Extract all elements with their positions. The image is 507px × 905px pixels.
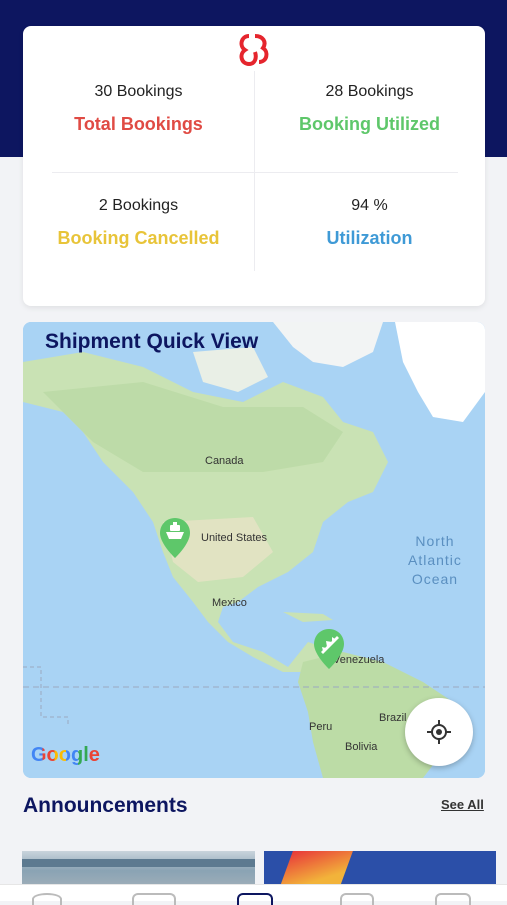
stat-booking-utilized[interactable]: 28 Bookings Booking Utilized bbox=[254, 83, 485, 135]
booking-stats-card: 30 Bookings Total Bookings 28 Bookings B… bbox=[23, 26, 485, 306]
stat-label: Utilization bbox=[326, 228, 413, 248]
map-label-canada: Canada bbox=[205, 455, 244, 467]
stat-utilization[interactable]: 94 % Utilization bbox=[254, 197, 485, 249]
brand-logo bbox=[239, 34, 269, 67]
document-icon[interactable] bbox=[340, 893, 374, 905]
dashboard-icon[interactable] bbox=[237, 893, 273, 905]
plane-marker[interactable] bbox=[312, 627, 346, 671]
map-label-mexico: Mexico bbox=[212, 597, 247, 609]
ocean-line: Ocean bbox=[411, 571, 459, 587]
stat-label: Total Bookings bbox=[74, 114, 203, 134]
map-label-peru: Peru bbox=[309, 721, 333, 733]
map-label-bolivia: Bolivia bbox=[345, 741, 378, 753]
stats-horizontal-divider bbox=[52, 172, 458, 173]
stat-count: 94 % bbox=[351, 197, 388, 214]
see-all-link[interactable]: See All bbox=[441, 797, 484, 812]
ocean-line: North bbox=[415, 533, 455, 549]
my-location-button[interactable] bbox=[405, 698, 473, 766]
map-label-ocean: North Atlantic Ocean bbox=[408, 532, 462, 589]
map-label-united-states: United States bbox=[201, 532, 268, 544]
google-attribution: Google bbox=[31, 744, 100, 767]
google-logo-text: Google bbox=[31, 744, 100, 766]
bottom-navigation bbox=[0, 884, 507, 905]
stat-total-bookings[interactable]: 30 Bookings Total Bookings bbox=[23, 83, 254, 135]
shipment-map[interactable]: Shipment Quick View Canada United States… bbox=[23, 322, 485, 778]
stat-label: Booking Cancelled bbox=[57, 228, 220, 248]
menu-icon[interactable] bbox=[435, 893, 471, 905]
stat-count: 2 Bookings bbox=[98, 197, 179, 214]
map-title: Shipment Quick View bbox=[45, 330, 259, 353]
home-icon[interactable] bbox=[32, 893, 62, 905]
map-label-brazil: Brazil bbox=[379, 712, 407, 724]
ocean-line: Atlantic bbox=[408, 552, 462, 568]
list-icon[interactable] bbox=[132, 893, 176, 905]
stat-count: 28 Bookings bbox=[325, 83, 414, 100]
announcements-title: Announcements bbox=[23, 794, 188, 817]
stat-label: Booking Utilized bbox=[299, 114, 440, 134]
ship-marker[interactable] bbox=[158, 516, 192, 560]
stat-count: 30 Bookings bbox=[94, 83, 183, 100]
thumbnail-detail bbox=[22, 859, 255, 867]
crosshair-icon bbox=[427, 720, 451, 744]
stat-booking-cancelled[interactable]: 2 Bookings Booking Cancelled bbox=[23, 197, 254, 249]
